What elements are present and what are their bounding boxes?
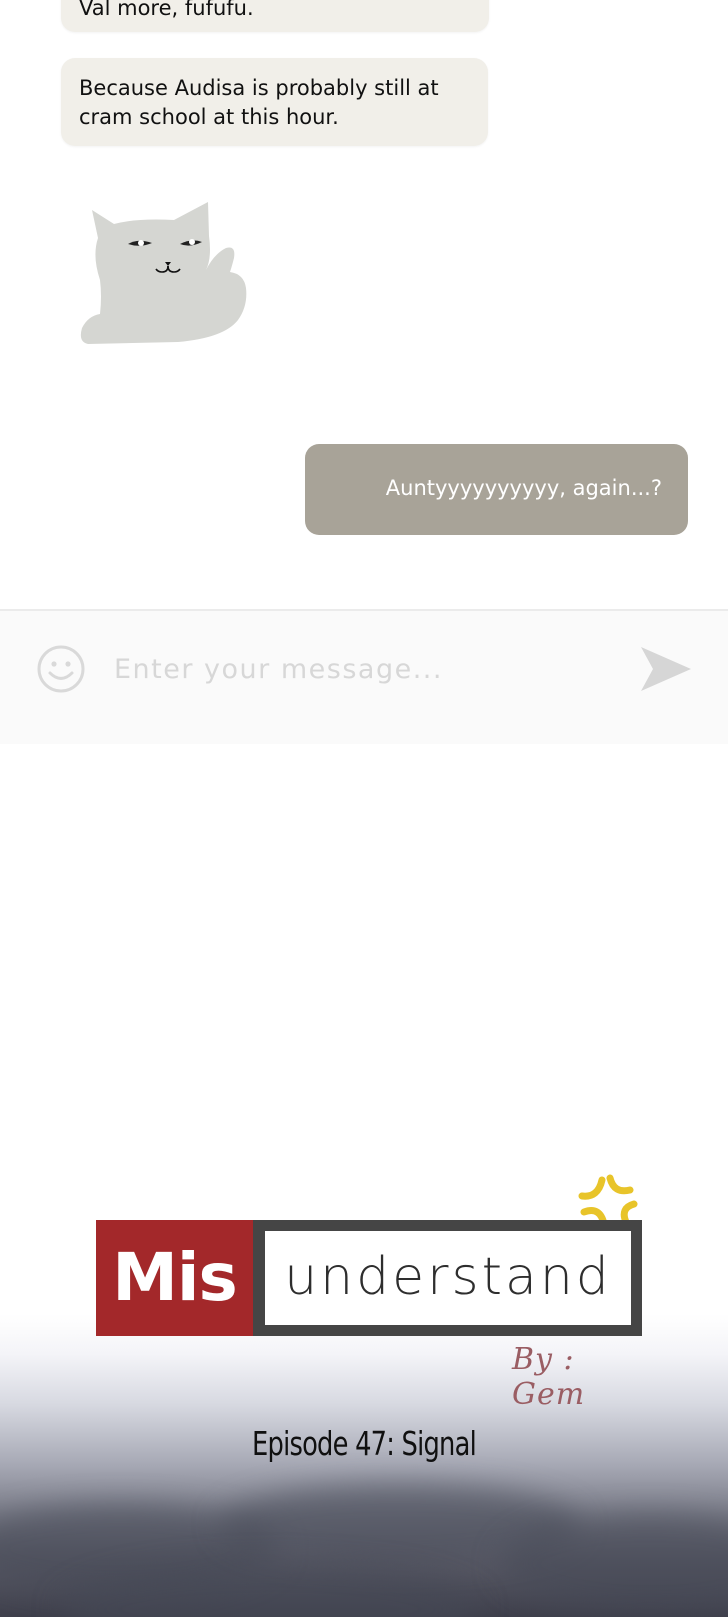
smiley-face-icon[interactable] — [36, 644, 86, 694]
message-input[interactable] — [114, 645, 604, 693]
episode-title-card: Mis understand By : Gem Episode 47: Sign… — [0, 744, 728, 1617]
message-text: Because Audisa is probably still at cram… — [79, 76, 439, 129]
message-text: Auntyyyyyyyyyy, again...? — [385, 476, 662, 500]
series-logo: Mis understand — [96, 1220, 646, 1338]
logo-mis-block: Mis — [96, 1220, 253, 1336]
message-text: Val more, fufufu. — [79, 0, 254, 20]
message-bubble-outgoing[interactable]: Auntyyyyyyyyyy, again...? — [305, 444, 688, 535]
send-arrow-icon[interactable] — [639, 645, 693, 693]
message-bubble-incoming[interactable]: Val more, fufufu. — [61, 0, 489, 32]
chat-message-list[interactable]: Val more, fufufu. Because Audisa is prob… — [0, 0, 728, 609]
message-bubble-incoming[interactable]: Because Audisa is probably still at cram… — [61, 58, 488, 146]
message-composer — [0, 609, 728, 744]
logo-understand-block: understand — [253, 1220, 642, 1336]
author-byline: By : Gem — [512, 1342, 586, 1412]
cat-thumbs-up-sticker[interactable] — [78, 196, 262, 352]
episode-title: Episode 47: Signal — [252, 1424, 477, 1463]
